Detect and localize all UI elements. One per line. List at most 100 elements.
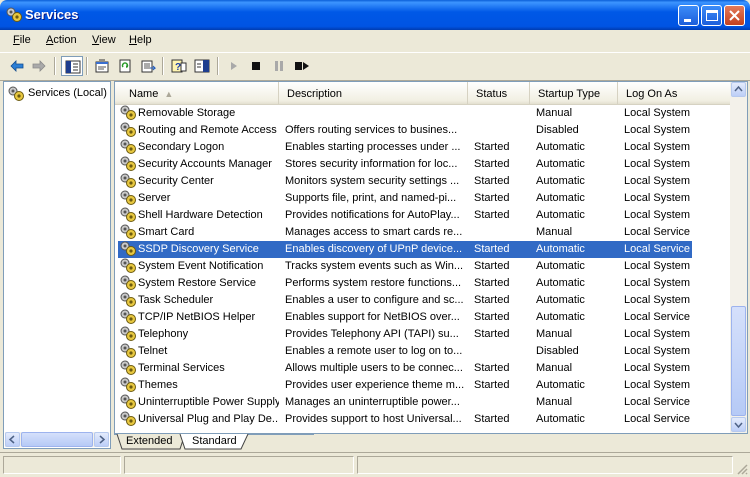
arrow-right-icon [99, 435, 106, 444]
column-header-startup-type[interactable]: Startup Type [530, 82, 618, 104]
service-startup-type: Automatic [536, 379, 585, 391]
scroll-right-button[interactable] [94, 432, 109, 447]
list-vertical-scrollbar[interactable] [730, 82, 747, 433]
start-service-button[interactable] [223, 56, 245, 76]
restart-service-button[interactable] [291, 56, 313, 76]
service-description: Provides notifications for AutoPlay... [285, 209, 460, 221]
stop-icon [252, 62, 260, 70]
table-row[interactable]: System Restore Service Performs system re… [115, 275, 731, 292]
service-startup-type: Manual [536, 226, 573, 238]
service-gear-icon [120, 411, 136, 430]
resize-grip-icon[interactable] [736, 463, 748, 475]
table-row[interactable]: System Event Notification Tracks system e… [115, 258, 731, 275]
table-row[interactable]: Secondary Logon Enables starting processe… [115, 139, 731, 156]
table-row[interactable]: Telnet Enables a remote user to log on to… [115, 343, 731, 360]
service-description: Tracks system events such as Win... [285, 260, 464, 272]
scroll-thumb[interactable] [21, 432, 93, 447]
table-row[interactable]: Themes Provides user experience theme m..… [115, 377, 731, 394]
service-startup-type: Automatic [536, 311, 585, 323]
table-row[interactable]: Task Scheduler Enables a user to configur… [115, 292, 731, 309]
service-startup-type: Automatic [536, 260, 585, 272]
stop-service-button[interactable] [245, 56, 267, 76]
close-button[interactable] [724, 5, 745, 26]
tab-extended[interactable]: Extended [126, 434, 182, 450]
show-hide-tree-button[interactable] [61, 56, 83, 76]
list-header: Name ▲ Description Status Startup Type Lo… [115, 82, 731, 105]
minimize-icon [684, 19, 691, 22]
menu-file[interactable]: File [13, 34, 31, 46]
table-row[interactable]: TCP/IP NetBIOS Helper Enables support for… [115, 309, 731, 326]
service-startup-type: Manual [536, 362, 573, 374]
table-row[interactable]: Terminal Services Allows multiple users t… [115, 360, 731, 377]
status-panel [124, 456, 354, 474]
maximize-button[interactable] [701, 5, 722, 26]
table-row[interactable]: Server Supports file, print, and named-pi… [115, 190, 731, 207]
table-row[interactable]: Shell Hardware Detection Provides notific… [115, 207, 731, 224]
help-button[interactable]: ? [168, 56, 190, 76]
menu-view[interactable]: View [92, 34, 116, 46]
arrow-left-icon [8, 435, 15, 444]
column-header-log-on-as[interactable]: Log On As [618, 82, 731, 104]
column-header-status[interactable]: Status [468, 82, 530, 104]
export-list-button[interactable] [137, 56, 159, 76]
service-description: Provides user experience theme m... [285, 379, 465, 391]
service-startup-type: Automatic [536, 192, 585, 204]
scroll-left-button[interactable] [5, 432, 20, 447]
table-row[interactable]: Removable Storage Manual Local System [115, 105, 731, 122]
service-log-on-as: Local System [624, 260, 691, 272]
pause-icon [275, 61, 283, 71]
console-tree-pane: Services (Local) [3, 81, 111, 449]
toolbar-separator [86, 57, 88, 75]
service-description: Enables a remote user to log on to... [285, 345, 463, 357]
play-icon [231, 62, 237, 70]
tree-horizontal-scrollbar[interactable] [5, 432, 109, 447]
minimize-button[interactable] [678, 5, 699, 26]
service-name: Themes [138, 379, 178, 391]
pause-service-button[interactable] [268, 56, 290, 76]
properties-button[interactable] [91, 56, 113, 76]
show-hide-action-pane-button[interactable] [191, 56, 213, 76]
forward-button[interactable] [28, 56, 50, 76]
table-row[interactable]: Security Accounts Manager Stores security… [115, 156, 731, 173]
table-row[interactable]: Universal Plug and Play De... Provides su… [115, 411, 731, 428]
properties-icon [95, 59, 109, 73]
service-name: TCP/IP NetBIOS Helper [138, 311, 256, 323]
service-description: Manages access to smart cards re... [285, 226, 463, 238]
scroll-thumb[interactable] [731, 306, 746, 416]
table-row[interactable]: SSDP Discovery Service Enables discovery … [115, 241, 731, 258]
service-name: Terminal Services [138, 362, 225, 374]
table-row[interactable]: Smart Card Manages access to smart cards … [115, 224, 731, 241]
column-header-name[interactable]: Name ▲ [115, 82, 279, 104]
service-name: Server [138, 192, 171, 204]
toolbar: ? [0, 52, 750, 81]
refresh-button[interactable] [114, 56, 136, 76]
service-startup-type: Automatic [536, 413, 585, 425]
service-startup-type: Automatic [536, 209, 585, 221]
service-log-on-as: Local System [624, 379, 691, 391]
toolbar-separator [217, 57, 219, 75]
service-name: Security Accounts Manager [138, 158, 272, 170]
scroll-down-button[interactable] [731, 417, 746, 432]
service-log-on-as: Local System [624, 345, 691, 357]
back-button[interactable] [6, 56, 28, 76]
table-row[interactable]: Telephony Provides Telephony API (TAPI) s… [115, 326, 731, 343]
service-status: Started [474, 294, 510, 306]
table-row[interactable]: Security Center Monitors system security … [115, 173, 731, 190]
service-description: Monitors system security settings ... [285, 175, 460, 187]
service-log-on-as: Local System [624, 192, 691, 204]
tab-standard[interactable]: Standard [192, 434, 244, 450]
service-status: Started [474, 209, 510, 221]
service-description: Enables support for NetBIOS over... [285, 311, 460, 323]
service-startup-type: Manual [536, 396, 573, 408]
column-header-description[interactable]: Description [279, 82, 468, 104]
table-row[interactable]: Uninterruptible Power Supply Manages an u… [115, 394, 731, 411]
menu-help[interactable]: Help [129, 34, 152, 46]
service-log-on-as: Local Service [624, 396, 691, 408]
title-bar[interactable]: Services [0, 0, 750, 30]
service-name: Secondary Logon [138, 141, 225, 153]
service-name: Task Scheduler [138, 294, 214, 306]
menu-action[interactable]: Action [46, 34, 77, 46]
service-startup-type: Automatic [536, 294, 585, 306]
scroll-up-button[interactable] [731, 82, 746, 97]
table-row[interactable]: Routing and Remote Access Offers routing … [115, 122, 731, 139]
